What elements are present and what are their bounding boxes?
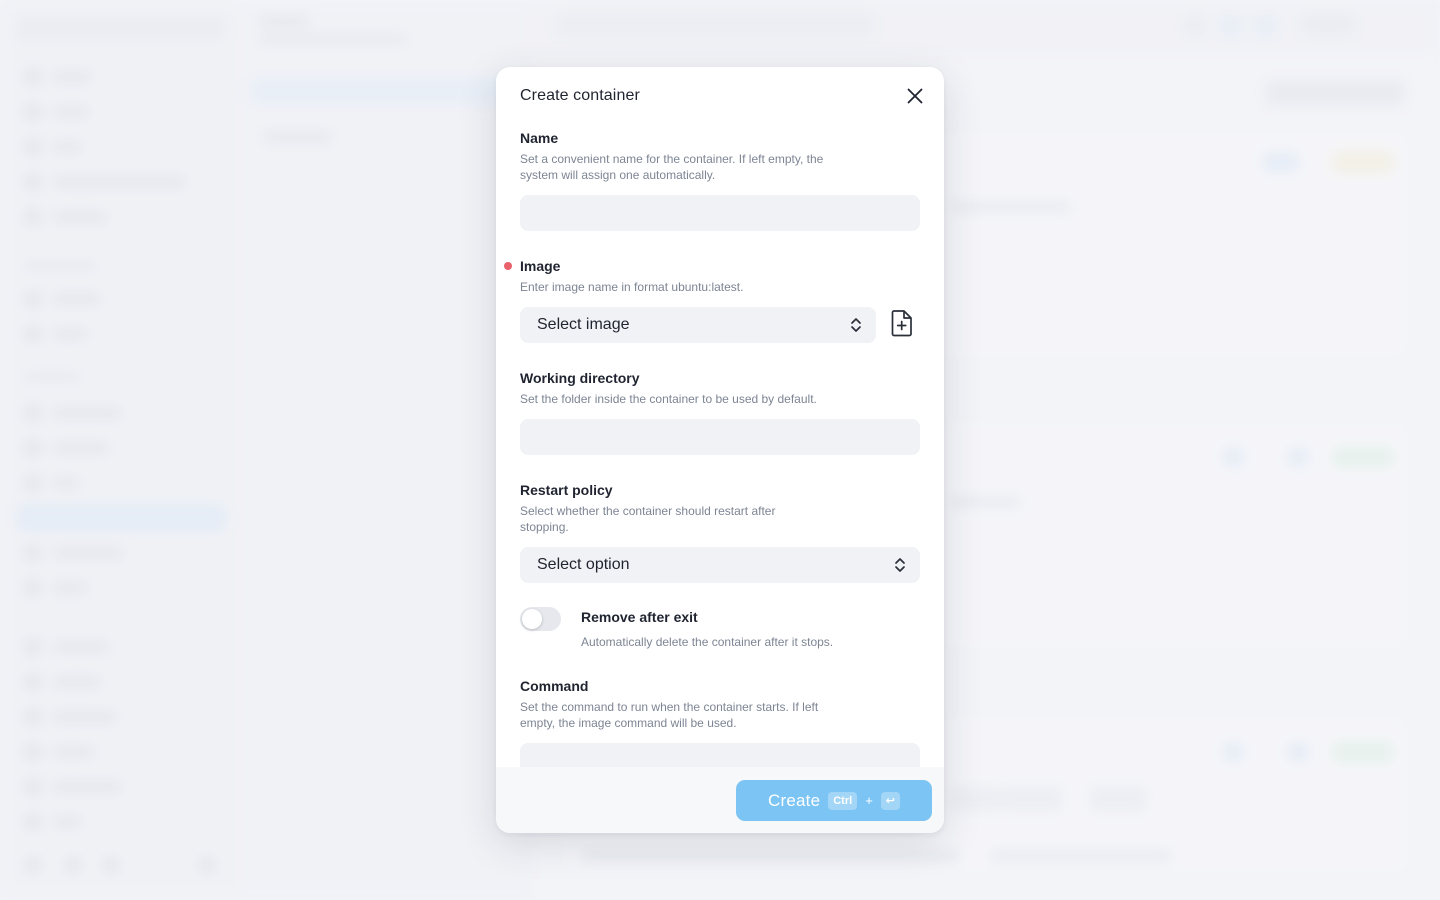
file-plus-icon bbox=[891, 310, 912, 337]
name-label: Name bbox=[520, 130, 559, 146]
image-select-value: Select image bbox=[537, 316, 630, 333]
working-directory-input[interactable] bbox=[520, 419, 920, 455]
dialog-header: Create container bbox=[520, 85, 926, 107]
restart-policy-description: Select whether the container should rest… bbox=[520, 504, 776, 534]
enter-key-icon: ↩ bbox=[880, 791, 900, 810]
dialog-footer: Create Ctrl + ↩ bbox=[496, 767, 944, 833]
chevron-up-down-icon bbox=[895, 558, 905, 572]
name-input[interactable] bbox=[520, 195, 920, 231]
remove-after-exit-description: Automatically delete the container after… bbox=[581, 635, 834, 649]
add-image-file-button[interactable] bbox=[890, 309, 914, 337]
dialog-body: Name Set a convenient name for the conta… bbox=[496, 67, 944, 779]
close-button[interactable] bbox=[904, 85, 926, 107]
create-container-dialog: Name Set a convenient name for the conta… bbox=[496, 67, 944, 833]
create-button-label: Create bbox=[768, 790, 821, 810]
shortcut-ctrl-key: Ctrl bbox=[828, 791, 858, 810]
working-directory-description: Set the folder inside the container to b… bbox=[520, 392, 817, 406]
working-directory-label: Working directory bbox=[520, 370, 640, 386]
create-button[interactable]: Create Ctrl + ↩ bbox=[736, 780, 932, 821]
image-description: Enter image name in format ubuntu:latest… bbox=[520, 280, 744, 294]
toggle-knob bbox=[522, 609, 542, 629]
shortcut-plus: + bbox=[865, 793, 873, 808]
image-select[interactable]: Select image bbox=[520, 307, 876, 343]
restart-policy-select[interactable]: Select option bbox=[520, 547, 920, 583]
chevron-up-down-icon bbox=[851, 318, 861, 332]
command-label: Command bbox=[520, 678, 589, 694]
required-indicator bbox=[504, 262, 512, 270]
restart-policy-label: Restart policy bbox=[520, 482, 613, 498]
restart-policy-select-value: Select option bbox=[537, 556, 630, 573]
command-description: Set the command to run when the containe… bbox=[520, 700, 819, 730]
dialog-title: Create container bbox=[520, 87, 640, 104]
remove-after-exit-label: Remove after exit bbox=[581, 609, 698, 625]
name-description: Set a convenient name for the container.… bbox=[520, 152, 824, 182]
close-icon bbox=[907, 88, 923, 104]
image-label: Image bbox=[520, 258, 561, 274]
remove-after-exit-toggle[interactable] bbox=[520, 607, 561, 631]
